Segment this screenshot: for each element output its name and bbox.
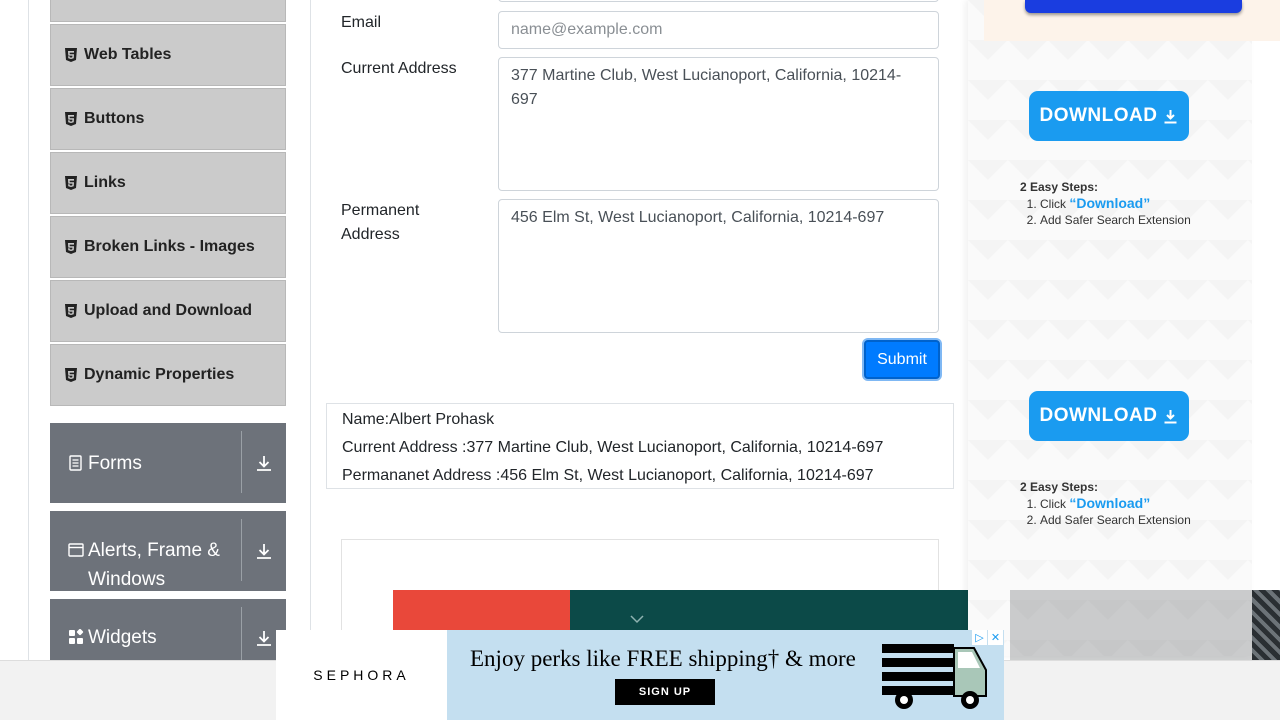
widgets-icon: [69, 629, 84, 644]
email-label: Email: [341, 14, 382, 31]
sidebar-item-label: Dynamic Properties: [84, 366, 235, 383]
sidebar-item-web-tables[interactable]: Web Tables: [50, 24, 286, 86]
output-box: Name:Albert Prohask Current Address :377…: [326, 403, 954, 489]
right-ad-top-button[interactable]: [1025, 0, 1242, 13]
sidebar-group-widgets[interactable]: Widgets: [50, 599, 286, 660]
sidebar-item-previous[interactable]: [50, 0, 286, 22]
output-name: Name:Albert Prohask: [342, 411, 495, 428]
banner-headline: Enjoy perks like FREE shipping† & more: [470, 646, 856, 671]
ad-image-strip: [1010, 590, 1252, 660]
download-label: DOWNLOAD: [1039, 105, 1158, 126]
chevron-down-icon: [630, 615, 644, 624]
download-button[interactable]: DOWNLOAD: [1029, 91, 1189, 141]
download-icon: [1164, 409, 1177, 423]
page: Web Tables Buttons Links Broken Links - …: [0, 0, 1280, 720]
html5-icon: [65, 176, 77, 190]
download-icon: [1164, 109, 1177, 123]
html5-icon: [65, 240, 77, 254]
steps-block: 2 Easy Steps: Click “Download” Add Safer…: [1020, 479, 1191, 528]
step-download-link[interactable]: “Download”: [1069, 195, 1150, 211]
sidebar-item-label: Broken Links - Images: [84, 238, 255, 255]
sidebar-item-dynamic-properties[interactable]: Dynamic Properties: [50, 344, 286, 406]
download-arrow-icon[interactable]: [242, 511, 286, 591]
download-button[interactable]: DOWNLOAD: [1029, 391, 1189, 441]
html5-icon: [65, 112, 77, 126]
previous-field[interactable]: [498, 0, 939, 2]
download-arrow-icon[interactable]: [242, 423, 286, 503]
left-border: [28, 0, 29, 660]
sidebar-item-buttons[interactable]: Buttons: [50, 88, 286, 150]
steps-block: 2 Easy Steps: Click “Download” Add Safer…: [1020, 179, 1191, 228]
window-icon: [68, 543, 84, 557]
sephora-banner[interactable]: SEPHORA Enjoy perks like FREE shipping† …: [276, 630, 1004, 720]
sidebar-group-alerts[interactable]: Alerts, Frame & Windows: [50, 511, 286, 591]
steps-title: 2 Easy Steps:: [1020, 480, 1099, 494]
ad-choices[interactable]: ▷ ✕: [972, 630, 1003, 645]
step-2: Add Safer Search Extension: [1040, 212, 1191, 228]
submit-button[interactable]: Submit: [864, 340, 940, 379]
sidebar-item-label: Upload and Download: [84, 302, 252, 319]
sephora-logo: SEPHORA: [276, 630, 447, 720]
column-divider: [310, 0, 311, 660]
output-permanent-address: Permananet Address :456 Elm St, West Luc…: [342, 467, 874, 484]
html5-icon: [65, 48, 77, 62]
step-download-link[interactable]: “Download”: [1069, 495, 1150, 511]
group-label: Widgets: [88, 627, 157, 648]
email-field[interactable]: [498, 11, 939, 49]
sidebar-item-label: Web Tables: [84, 46, 172, 63]
download-label: DOWNLOAD: [1039, 405, 1158, 426]
step-1: Click “Download”: [1040, 495, 1191, 512]
step-2: Add Safer Search Extension: [1040, 512, 1191, 528]
current-address-label: Current Address: [341, 60, 457, 77]
steps-title: 2 Easy Steps:: [1020, 180, 1099, 194]
sidebar-item-links[interactable]: Links: [50, 152, 286, 214]
output-current-address: Current Address :377 Martine Club, West …: [342, 439, 884, 456]
banner-signup-button[interactable]: SIGN UP: [615, 679, 715, 705]
current-address-field[interactable]: 377 Martine Club, West Lucianoport, Cali…: [498, 57, 939, 191]
sidebar-item-broken-links[interactable]: Broken Links - Images: [50, 216, 286, 278]
sidebar-group-forms[interactable]: Forms: [50, 423, 286, 503]
group-label: Forms: [88, 452, 142, 474]
sidebar-item-upload-download[interactable]: Upload and Download: [50, 280, 286, 342]
ad-choices-icon[interactable]: ▷: [972, 630, 987, 645]
html5-icon: [65, 304, 77, 318]
sidebar-item-label: Links: [84, 174, 126, 191]
close-icon[interactable]: ✕: [988, 630, 1003, 645]
sidebar-item-label: Buttons: [84, 110, 145, 127]
step-1: Click “Download”: [1040, 195, 1191, 212]
html5-icon: [65, 368, 77, 382]
document-icon: [69, 455, 82, 471]
ad-image-pattern: [1252, 590, 1280, 660]
permanent-address-field[interactable]: 456 Elm St, West Lucianoport, California…: [498, 199, 939, 333]
truck-icon: [882, 644, 987, 709]
permanent-address-label: Permanent Address: [341, 202, 420, 243]
group-label: Alerts, Frame & Windows: [88, 540, 220, 590]
